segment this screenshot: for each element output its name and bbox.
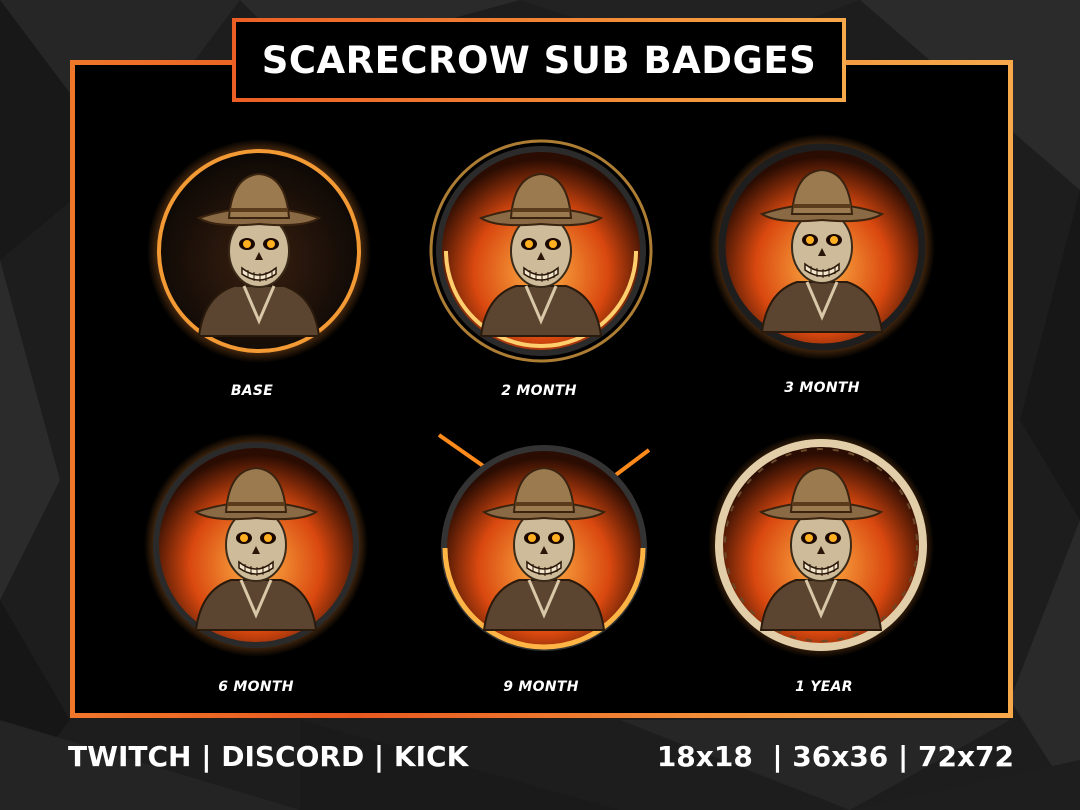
badge-1-year bbox=[706, 430, 936, 660]
badge-9-month bbox=[429, 430, 659, 660]
badge-base bbox=[144, 136, 374, 366]
badge-3-month bbox=[707, 132, 937, 362]
sizes-text: 18x18 | 36x36 | 72x72 bbox=[656, 740, 1014, 773]
scarecrow-icon bbox=[147, 139, 371, 363]
title-box: SCARECROW SUB BADGES bbox=[232, 18, 846, 102]
badge-2-month bbox=[426, 136, 656, 366]
badge-6-month bbox=[141, 430, 371, 660]
badge-label-3-month: 3 MONTH bbox=[784, 380, 860, 396]
scarecrow-icon bbox=[708, 432, 934, 658]
badge-label-9-month: 9 MONTH bbox=[503, 679, 579, 695]
badge-label-1-year: 1 YEAR bbox=[795, 679, 853, 695]
scarecrow-icon bbox=[429, 139, 653, 363]
badge-label-2-month: 2 MONTH bbox=[501, 383, 577, 399]
scarecrow-icon bbox=[437, 433, 651, 651]
scarecrow-icon bbox=[144, 433, 368, 657]
platforms-text: TWITCH | DISCORD | KICK bbox=[68, 740, 469, 773]
scarecrow-icon bbox=[709, 134, 935, 360]
page-title: SCARECROW SUB BADGES bbox=[261, 38, 817, 82]
badge-label-6-month: 6 MONTH bbox=[218, 679, 294, 695]
badge-label-base: BASE bbox=[230, 383, 274, 399]
